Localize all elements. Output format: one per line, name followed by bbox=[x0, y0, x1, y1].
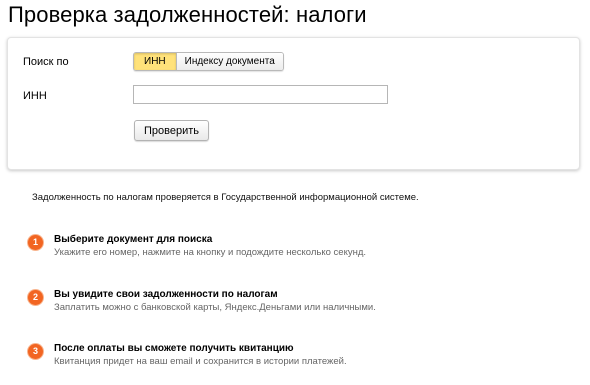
search-option-document-index[interactable]: Индексу документа bbox=[175, 53, 283, 70]
search-by-label: Поиск по bbox=[23, 56, 69, 68]
inn-label: ИНН bbox=[23, 90, 47, 102]
step-title: Вы увидите свои задолженности по налогам bbox=[54, 289, 278, 300]
step-description: Укажите его номер, нажмите на кнопку и п… bbox=[54, 247, 367, 258]
search-type-toggle: ИНН Индексу документа bbox=[133, 52, 284, 71]
step-title: После оплаты вы сможете получить квитанц… bbox=[54, 343, 294, 354]
page-title: Проверка задолженностей: налоги bbox=[8, 2, 367, 27]
step-number-badge: 3 bbox=[28, 344, 43, 359]
step-number-badge: 2 bbox=[28, 290, 43, 305]
check-button[interactable]: Проверить bbox=[134, 120, 210, 141]
step-description: Заплатить можно с банковской карты, Янде… bbox=[54, 302, 376, 313]
step-number-badge: 1 bbox=[28, 235, 43, 250]
info-text: Задолженность по налогам проверяется в Г… bbox=[32, 192, 419, 203]
step-title: Выберите документ для поиска bbox=[54, 234, 213, 245]
step-description: Квитанция придет на ваш email и сохранит… bbox=[54, 356, 347, 367]
search-option-inn[interactable]: ИНН bbox=[134, 53, 176, 70]
search-form-card: Поиск по ИНН Индексу документа ИНН Прове… bbox=[7, 37, 580, 170]
inn-input[interactable] bbox=[133, 85, 388, 104]
